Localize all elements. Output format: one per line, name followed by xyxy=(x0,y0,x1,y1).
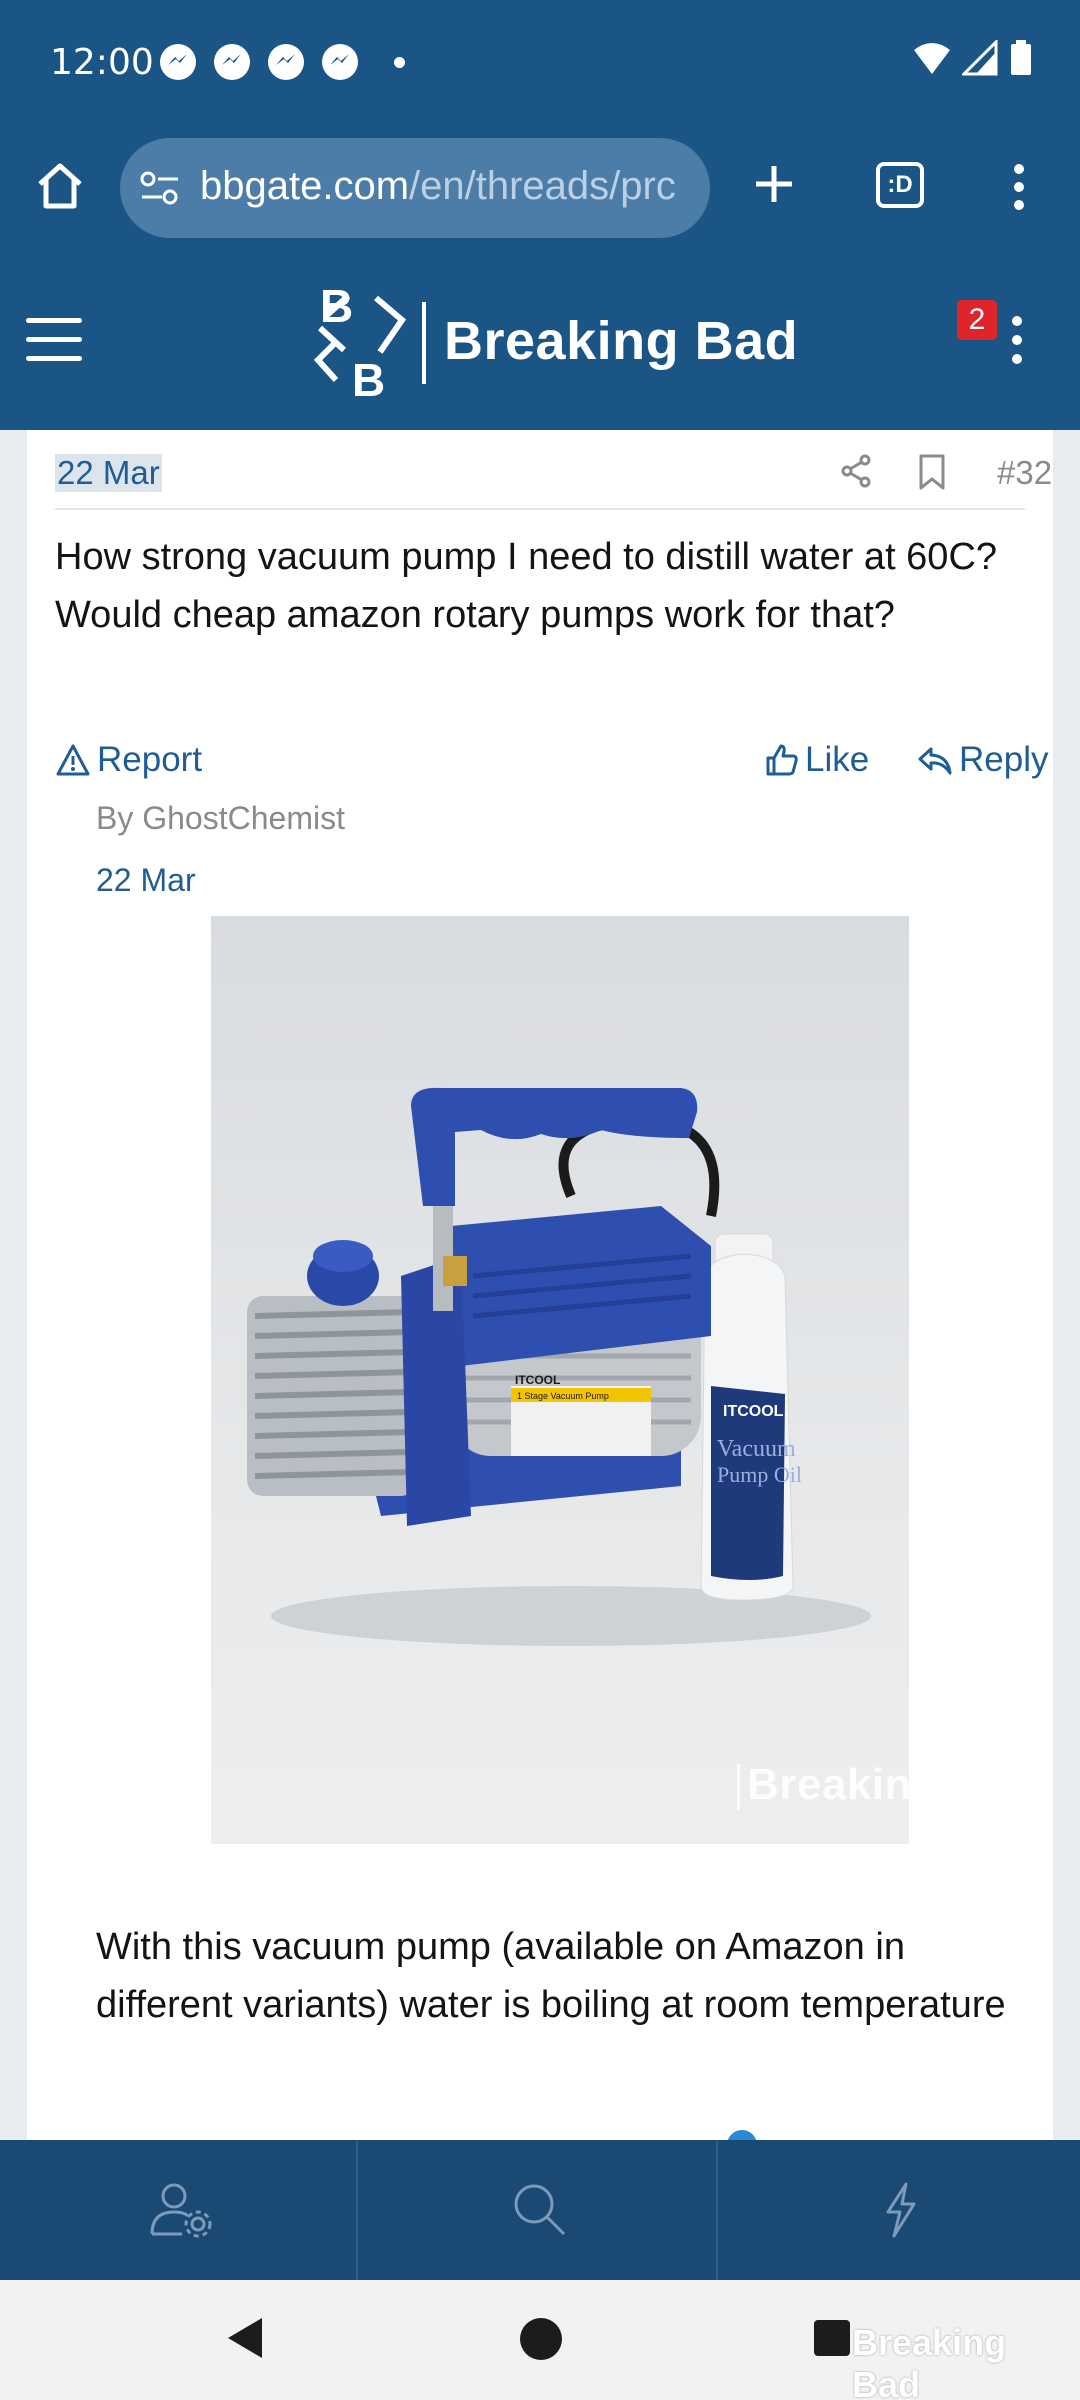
quote-author[interactable]: By GhostChemist xyxy=(96,800,345,837)
report-label: Report xyxy=(97,740,203,779)
browser-menu-icon[interactable] xyxy=(1014,164,1024,210)
browser-toolbar: bbgate.com/en/threads/prc :D xyxy=(0,126,1080,258)
account-settings-button[interactable] xyxy=(0,2140,358,2280)
oil-label-1: Vacuum xyxy=(717,1436,796,1462)
vacuum-pump-photo[interactable]: ITCOOL Vacuum Pump Oil ITCOOL 1 Stage Va… xyxy=(211,916,909,1844)
like-label: Like xyxy=(805,740,870,779)
home-button-icon[interactable] xyxy=(520,2318,562,2360)
status-bar: 12:00 xyxy=(0,0,1080,126)
svg-text:B: B xyxy=(320,280,353,332)
post-text: How strong vacuum pump I need to distill… xyxy=(55,536,998,636)
url-path: /en/threads/prc xyxy=(409,164,676,208)
messenger-icon xyxy=(322,44,358,80)
system-watermark: Breaking Bad xyxy=(852,2322,1007,2400)
signal-icon xyxy=(962,40,998,76)
thumbs-up-icon xyxy=(766,744,798,776)
site-brand[interactable]: Breaking Bad xyxy=(444,310,798,372)
more-notifications-icon xyxy=(394,57,405,68)
like-button[interactable]: Like xyxy=(765,740,869,780)
oil-brand: ITCOOL xyxy=(723,1403,784,1420)
url-text: bbgate.com/en/threads/prc xyxy=(200,164,676,209)
system-navigation-bar: Breaking Bad xyxy=(0,2280,1080,2400)
logo-divider xyxy=(422,302,426,384)
report-button[interactable]: Report xyxy=(55,740,202,780)
home-icon[interactable] xyxy=(34,160,86,212)
svg-text:B: B xyxy=(352,354,385,406)
post-card: 22 Mar #32 How strong vacuum pump I need… xyxy=(27,430,1053,2140)
quote-date[interactable]: 22 Mar xyxy=(96,862,196,899)
reply-button[interactable]: Reply xyxy=(917,740,1048,780)
share-icon[interactable] xyxy=(839,454,873,488)
site-logo[interactable]: B B xyxy=(306,276,416,406)
reply-label: Reply xyxy=(959,740,1049,779)
search-icon xyxy=(514,2184,566,2236)
messenger-icon xyxy=(268,44,304,80)
bottom-navigation xyxy=(0,2140,1080,2280)
recents-icon[interactable] xyxy=(814,2320,850,2356)
search-button[interactable] xyxy=(360,2140,718,2280)
address-bar[interactable]: bbgate.com/en/threads/prc xyxy=(120,138,710,238)
post-number[interactable]: #32 xyxy=(997,454,1052,492)
oil-label-2: Pump Oil xyxy=(717,1462,802,1487)
back-icon[interactable] xyxy=(224,2316,264,2360)
lightning-icon xyxy=(886,2182,916,2238)
partial-avatar xyxy=(727,2130,757,2140)
post-meta: 22 Mar #32 xyxy=(55,440,1052,510)
quote-text: With this vacuum pump (available on Amaz… xyxy=(96,1926,1006,2026)
wifi-icon xyxy=(914,43,950,74)
messenger-icon xyxy=(214,44,250,80)
url-domain: bbgate.com xyxy=(200,164,410,208)
status-time: 12:00 xyxy=(50,42,154,83)
whats-new-button[interactable] xyxy=(720,2140,1078,2280)
pump-label: 1 Stage Vacuum Pump xyxy=(517,1391,609,1401)
site-settings-icon[interactable] xyxy=(140,170,180,206)
alert-badge[interactable]: 2 xyxy=(957,300,997,340)
more-icon[interactable] xyxy=(1012,316,1022,373)
menu-icon[interactable] xyxy=(26,318,82,375)
account-settings-icon xyxy=(150,2183,212,2238)
new-tab-icon[interactable] xyxy=(752,162,796,206)
pump-brand: ITCOOL xyxy=(515,1373,560,1387)
site-header: B B Breaking Bad 2 xyxy=(0,258,1080,430)
vacuum-pump-illustration: ITCOOL Vacuum Pump Oil ITCOOL 1 Stage Va… xyxy=(247,1087,871,1646)
tab-switcher-icon[interactable]: :D xyxy=(876,162,924,208)
image-watermark: Breaking Bad xyxy=(737,1760,1037,1810)
reply-icon xyxy=(918,747,952,775)
post-actions: Report Like Reply xyxy=(55,740,1048,790)
bookmark-icon[interactable] xyxy=(917,454,947,490)
battery-icon xyxy=(1011,40,1031,75)
warning-icon xyxy=(56,744,90,776)
post-date[interactable]: 22 Mar xyxy=(55,454,162,492)
messenger-icon xyxy=(160,44,196,80)
